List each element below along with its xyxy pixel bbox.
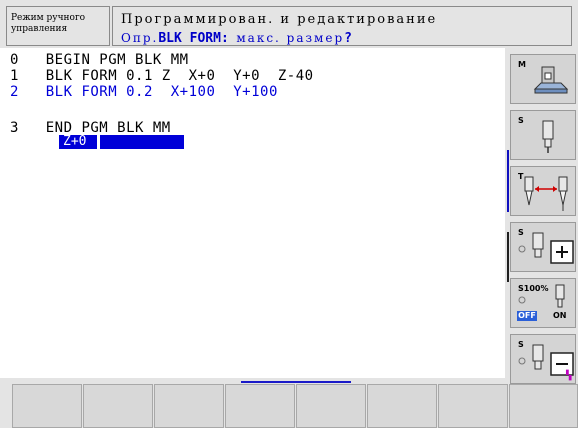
line-number: 2	[10, 84, 19, 100]
operating-mode-line2: управления	[11, 24, 68, 34]
softkey-tool-length[interactable]: T	[510, 166, 576, 216]
operating-mode-label: Режим ручного управления	[11, 13, 85, 35]
program-line[interactable]: 1 BLK FORM 0.1 Z X+0 Y+0 Z-40	[10, 68, 314, 85]
softkey-3[interactable]	[154, 384, 224, 428]
line-text: BLK FORM 0.2 X+100 Y+100	[45, 84, 278, 100]
vertical-softkey-bar: M S T S S100% OFF ON S	[510, 54, 578, 384]
line-text: BLK FORM 0.1 Z X+0 Y+0 Z-40	[45, 68, 314, 84]
tool-length-icon	[524, 176, 568, 211]
title-box: Программирован. и редактирование Опр.BLK…	[112, 6, 572, 46]
prompt-text: макс. размер	[236, 31, 345, 45]
softkey-7[interactable]	[438, 384, 508, 428]
line-number: 1	[10, 68, 19, 84]
cnc-screen: Режим ручного управления Программирован.…	[0, 0, 578, 428]
dialog-prompt: Опр.BLK FORM: макс. размер?	[121, 30, 352, 46]
scrollbar-thumb[interactable]	[507, 150, 509, 212]
prompt-prefix: Опр.	[121, 31, 159, 45]
softkey-page-indicator	[241, 381, 351, 383]
scrollbar-track[interactable]	[507, 232, 509, 282]
line-number: 3	[10, 120, 19, 136]
override-icon	[518, 296, 526, 304]
softkey-spindle-plus[interactable]: S	[510, 222, 576, 272]
softkey-6[interactable]	[367, 384, 437, 428]
program-line-active[interactable]: 2 BLK FORM 0.2 X+100 Y+100	[10, 84, 278, 101]
program-line[interactable]: 0 BEGIN PGM BLK MM	[10, 52, 189, 69]
softkey-level-icon: ▚	[566, 371, 572, 381]
line-number: 0	[10, 52, 19, 68]
softkey-label: M	[518, 60, 526, 69]
line-text: BEGIN PGM BLK MM	[45, 52, 189, 68]
value-input[interactable]: Z+0	[59, 135, 97, 149]
softkey-1[interactable]	[12, 384, 82, 428]
softkey-5[interactable]	[296, 384, 366, 428]
softkey-8[interactable]	[509, 384, 578, 428]
softkey-spindle[interactable]: S	[510, 110, 576, 160]
softkey-4[interactable]	[225, 384, 295, 428]
program-editor[interactable]: 0 BEGIN PGM BLK MM 1 BLK FORM 0.1 Z X+0 …	[0, 48, 505, 378]
softkey-spindle-override[interactable]: S100% OFF ON	[510, 278, 576, 328]
operating-mode-box: Режим ручного управления	[6, 6, 110, 46]
machine-icon	[533, 66, 569, 94]
softkey-label: S100%	[518, 284, 549, 293]
override-off-label: OFF	[517, 311, 537, 321]
prompt-question: ?	[344, 31, 352, 46]
horizontal-softkey-bar	[0, 384, 578, 428]
spindle-icon	[555, 284, 565, 308]
softkey-2[interactable]	[83, 384, 153, 428]
spindle-plus-icon	[518, 232, 574, 264]
spindle-icon	[542, 120, 554, 153]
override-on-label: ON	[553, 311, 567, 320]
operating-mode-line1: Режим ручного	[11, 13, 86, 23]
softkey-machine[interactable]: M	[510, 54, 576, 104]
prompt-keyword: BLK FORM:	[158, 31, 229, 46]
page-title: Программирован. и редактирование	[121, 12, 438, 27]
softkey-label: S	[518, 116, 524, 125]
input-cursor-bar	[100, 135, 184, 149]
